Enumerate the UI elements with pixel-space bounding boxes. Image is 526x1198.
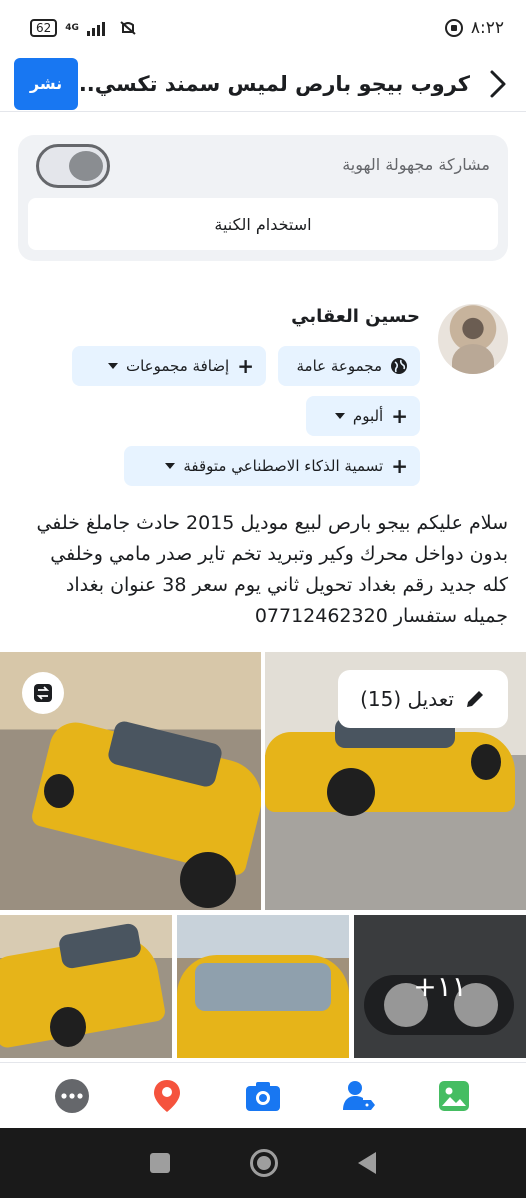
top-bar: نشر كروب بيجو بارص لميس سمند تكسي... [0, 56, 526, 112]
screen-record-icon [444, 19, 463, 37]
chevron-back-icon[interactable] [484, 64, 512, 104]
use-nickname-button[interactable]: استخدام الكنية [28, 198, 498, 250]
status-bar: 62 4G ٨:٢٢ [0, 0, 526, 56]
album-label: ألبوم [352, 407, 384, 425]
swap-photo-button[interactable] [22, 672, 64, 714]
add-groups-label: إضافة مجموعات [125, 357, 230, 375]
anonymous-posting-card: مشاركة مجهولة الهوية استخدام الكنية [18, 135, 508, 261]
home-icon[interactable] [250, 1149, 278, 1177]
location-pin-icon[interactable] [147, 1076, 187, 1116]
caret-down-icon [165, 463, 176, 469]
post-button[interactable]: نشر [14, 57, 78, 110]
author-name: حسين العقابي [291, 306, 420, 327]
photo-3[interactable] [0, 915, 172, 1058]
avatar [438, 304, 508, 374]
ai-label-text: تسمية الذكاء الاصطناعي متوقفة [183, 457, 384, 475]
public-group-label: مجموعة عامة [296, 357, 383, 375]
wheel [44, 774, 74, 808]
wheel [50, 1007, 86, 1047]
album-chip[interactable]: + ألبوم [306, 396, 420, 436]
group-title: كروب بيجو بارص لميس سمند تكسي... [78, 71, 470, 96]
network-type: 4G [65, 23, 79, 33]
status-left: 62 4G [30, 19, 139, 37]
camera-icon[interactable] [243, 1076, 283, 1116]
post-text-input[interactable]: سلام عليكم بيجو بارص لبيع موديل 2015 حاد… [22, 508, 508, 632]
taxi-window [195, 963, 331, 1011]
mute-icon [120, 21, 136, 35]
wheel [327, 768, 375, 816]
caret-down-icon [334, 413, 345, 419]
toggle-knob [69, 151, 103, 181]
pencil-icon [466, 691, 483, 707]
globe-icon [391, 358, 407, 374]
plus-icon: + [237, 354, 254, 378]
add-groups-chip[interactable]: + إضافة مجموعات [72, 346, 266, 386]
anonymous-toggle[interactable] [36, 144, 110, 188]
plus-icon: + [391, 404, 408, 428]
wheel [471, 744, 501, 780]
ai-label-chip[interactable]: + تسمية الذكاء الاصطناعي متوقفة [124, 446, 420, 486]
swap-icon [34, 684, 52, 702]
more-icon[interactable] [52, 1076, 92, 1116]
photo-4[interactable] [177, 915, 349, 1058]
more-photos-count[interactable]: +١١ [354, 915, 526, 1058]
signal-icon [86, 22, 105, 36]
clock: ٨:٢٢ [470, 18, 504, 38]
anonymous-label: مشاركة مجهولة الهوية [342, 155, 490, 174]
create-post-screen: 62 4G ٨:٢٢ نشر كروب بيجو بارص لميس سمند … [0, 0, 526, 1198]
public-group-chip[interactable]: مجموعة عامة [278, 346, 420, 386]
wheel [180, 852, 236, 908]
edit-photos-button[interactable]: تعديل (15) [338, 670, 508, 728]
system-nav-bar [0, 1128, 526, 1198]
battery-icon: 62 [30, 19, 58, 37]
status-right: ٨:٢٢ [444, 18, 504, 38]
back-icon[interactable] [358, 1152, 376, 1174]
tag-people-icon[interactable] [339, 1076, 379, 1116]
recent-apps-icon[interactable] [150, 1153, 170, 1173]
edit-photos-label: تعديل (15) [360, 687, 454, 711]
caret-down-icon [107, 363, 118, 369]
photo-icon[interactable] [434, 1076, 474, 1116]
post-toolbar [0, 1062, 526, 1128]
plus-icon: + [391, 454, 408, 478]
